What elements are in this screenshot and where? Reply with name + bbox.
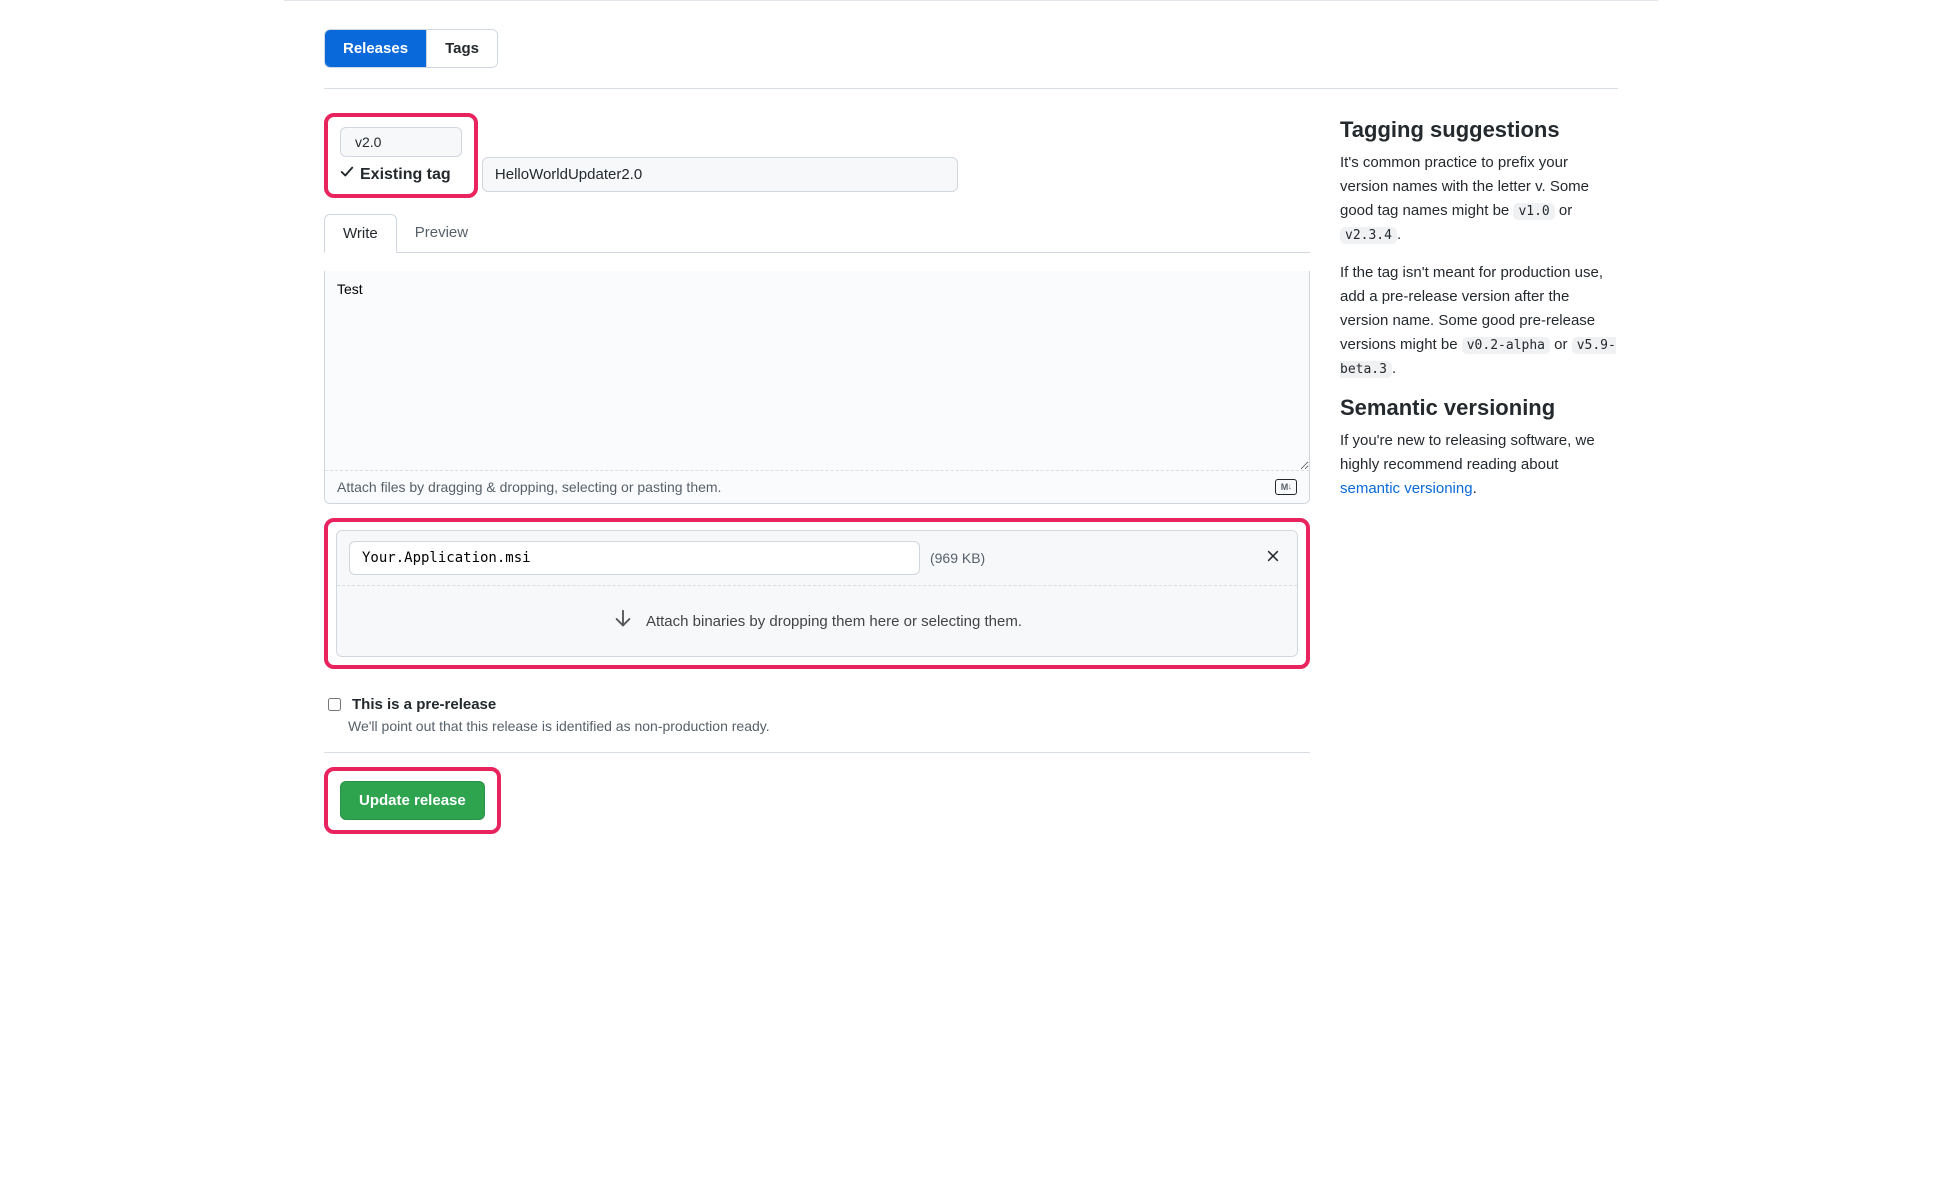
tag-status-label: Existing tag (360, 166, 451, 184)
tag-status: Existing tag (340, 165, 462, 184)
code-prerelease-example-1: v0.2-alpha (1462, 337, 1550, 354)
binary-dropzone[interactable]: Attach binaries by dropping them here or… (337, 585, 1297, 656)
attach-hint[interactable]: Attach files by dragging & dropping, sel… (337, 479, 721, 495)
update-release-button[interactable]: Update release (340, 781, 485, 820)
sidebar-tagging-heading: Tagging suggestions (1340, 117, 1618, 143)
top-nav: Releases Tags (324, 29, 498, 68)
sidebar-semver-p: If you're new to releasing software, we … (1340, 429, 1618, 501)
release-title-input[interactable] (482, 157, 958, 192)
tab-preview[interactable]: Preview (397, 214, 486, 252)
code-tag-example-1: v1.0 (1513, 203, 1554, 220)
nav-tags[interactable]: Tags (426, 30, 497, 67)
binary-remove-icon[interactable] (1261, 549, 1285, 568)
editor-tabs: Write Preview (324, 214, 1310, 253)
nav-releases[interactable]: Releases (325, 30, 426, 67)
markdown-icon[interactable]: M↓ (1275, 479, 1297, 495)
update-button-highlight: Update release (324, 767, 501, 834)
sidebar-tagging-p2: If the tag isn't meant for production us… (1340, 261, 1618, 381)
divider (324, 88, 1618, 89)
release-body-textarea[interactable]: Test (325, 271, 1309, 471)
prerelease-checkbox[interactable] (328, 698, 341, 711)
download-arrow-icon (612, 608, 634, 634)
prerelease-row[interactable]: This is a pre-release (324, 695, 1310, 714)
binaries-highlight: (969 KB) Attach binaries by dropping the… (324, 518, 1310, 669)
tag-group-highlight: v2.0 Existing tag (324, 113, 478, 198)
tab-write[interactable]: Write (324, 214, 397, 253)
tag-selector[interactable]: v2.0 (340, 127, 462, 157)
binary-filename-input[interactable] (349, 541, 920, 575)
sidebar-tagging-p1: It's common practice to prefix your vers… (1340, 151, 1618, 247)
divider (324, 752, 1310, 753)
prerelease-label: This is a pre-release (352, 696, 496, 713)
binary-drop-hint: Attach binaries by dropping them here or… (646, 613, 1022, 630)
code-tag-example-2: v2.3.4 (1340, 227, 1397, 244)
check-icon (340, 165, 354, 184)
binary-size: (969 KB) (930, 550, 1251, 566)
semver-link[interactable]: semantic versioning (1340, 480, 1473, 497)
sidebar-semver-heading: Semantic versioning (1340, 395, 1618, 421)
prerelease-desc: We'll point out that this release is ide… (348, 718, 1310, 734)
